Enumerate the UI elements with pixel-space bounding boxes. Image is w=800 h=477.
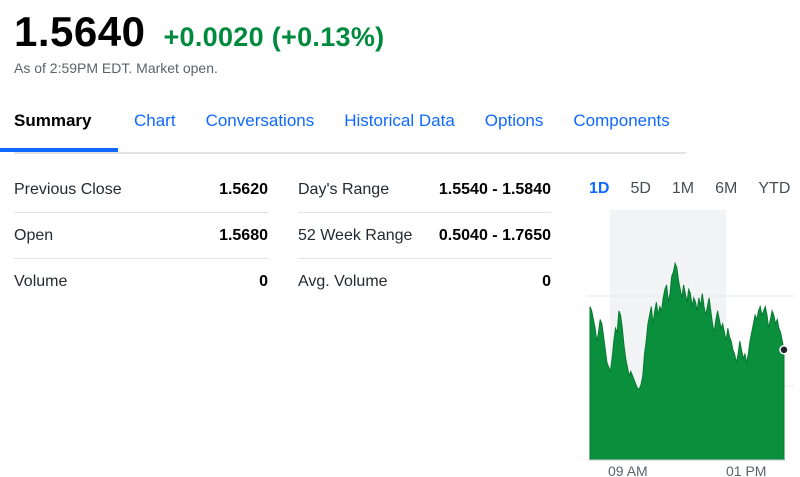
- x-tick-label-1300: 01 PM: [726, 463, 766, 477]
- range-5d-button[interactable]: 5D: [630, 180, 650, 198]
- tab-components[interactable]: Components: [573, 100, 669, 150]
- stat-label: Avg. Volume: [298, 272, 388, 290]
- stat-label: 52 Week Range: [298, 226, 413, 244]
- x-tick-label-0900: 09 AM: [608, 463, 648, 477]
- stat-previous-close: Previous Close 1.5620: [14, 167, 268, 213]
- tab-summary[interactable]: Summary: [0, 100, 118, 152]
- price-row: 1.5640 +0.0020 (+0.13%): [14, 8, 384, 56]
- tab-options[interactable]: Options: [485, 100, 544, 150]
- range-ytd-button[interactable]: YTD: [758, 180, 790, 198]
- stat-label: Volume: [14, 272, 68, 290]
- stat-label: Open: [14, 226, 54, 244]
- stat-value: 1.5680: [219, 226, 268, 244]
- quote-header: 1.5640 +0.0020 (+0.13%) As of 2:59PM EDT…: [14, 8, 384, 76]
- price-change: +0.0020 (+0.13%): [163, 22, 385, 52]
- stat-value: 1.5620: [219, 180, 268, 198]
- stat-52-week-range: 52 Week Range 0.5040 - 1.7650: [298, 213, 551, 259]
- intraday-mini-chart[interactable]: 09 AM 01 PM: [588, 210, 794, 477]
- stat-value: 0.5040 - 1.7650: [438, 226, 551, 244]
- quote-nav-tabs: Summary Chart Conversations Historical D…: [0, 100, 686, 154]
- stat-volume: Volume 0: [14, 259, 268, 304]
- chart-range-selector: 1D 5D 1M 6M YTD: [589, 180, 800, 198]
- tab-historical-data[interactable]: Historical Data: [344, 100, 455, 150]
- tab-conversations[interactable]: Conversations: [206, 100, 315, 150]
- stat-value: 0: [542, 272, 551, 290]
- stat-open: Open 1.5680: [14, 213, 268, 259]
- range-1m-button[interactable]: 1M: [672, 180, 694, 198]
- tab-chart[interactable]: Chart: [134, 100, 176, 150]
- range-6m-button[interactable]: 6M: [715, 180, 737, 198]
- current-price: 1.5640: [14, 8, 146, 55]
- stat-label: Day's Range: [298, 180, 390, 198]
- summary-stats-right: Day's Range 1.5540 - 1.5840 52 Week Rang…: [298, 167, 551, 304]
- stat-value: 0: [259, 272, 268, 290]
- market-status: As of 2:59PM EDT. Market open.: [14, 60, 218, 76]
- stat-value: 1.5540 - 1.5840: [438, 180, 551, 198]
- stat-days-range: Day's Range 1.5540 - 1.5840: [298, 167, 551, 213]
- stat-label: Previous Close: [14, 180, 122, 198]
- range-1d-button[interactable]: 1D: [589, 180, 609, 198]
- summary-stats-left: Previous Close 1.5620 Open 1.5680 Volume…: [14, 167, 268, 304]
- last-price-marker: [779, 345, 789, 355]
- stat-avg-volume: Avg. Volume 0: [298, 259, 551, 304]
